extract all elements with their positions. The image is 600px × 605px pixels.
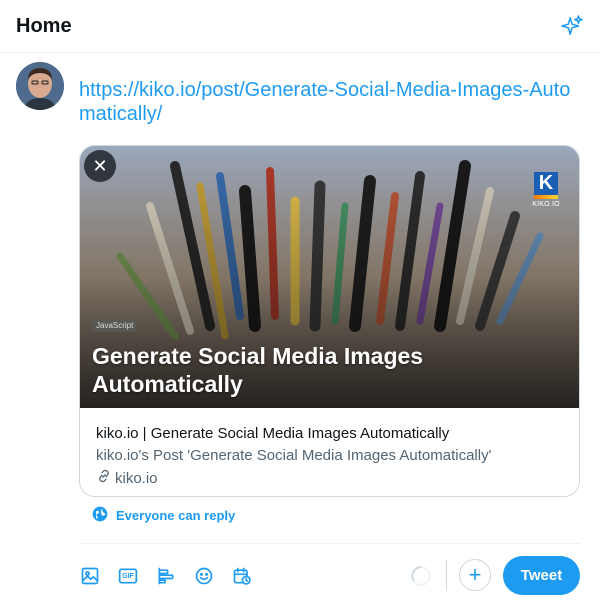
character-count-ring xyxy=(410,565,432,587)
add-tweet-button[interactable]: + xyxy=(459,559,491,591)
reply-setting-button[interactable]: Everyone can reply xyxy=(92,506,235,525)
plus-icon: + xyxy=(468,562,482,587)
brand-letter: K xyxy=(534,172,558,196)
emoji-icon[interactable] xyxy=(190,562,218,590)
card-meta: kiko.io | Generate Social Media Images A… xyxy=(80,408,579,490)
header: Home xyxy=(0,0,600,53)
category-tag: JavaScript xyxy=(92,319,138,332)
sparkle-icon[interactable] xyxy=(560,14,584,38)
tweet-button[interactable]: Tweet xyxy=(503,556,580,595)
link-icon xyxy=(96,468,112,490)
compose-input[interactable]: https://kiko.io/post/Generate-Social-Med… xyxy=(79,78,579,126)
brand-text: KIKO.IO xyxy=(532,201,560,208)
remove-card-button[interactable]: ✕ xyxy=(84,150,116,182)
gif-label: GIF xyxy=(122,572,134,580)
page-title: Home xyxy=(16,14,72,37)
card-title: kiko.io | Generate Social Media Images A… xyxy=(96,425,450,442)
image-icon[interactable] xyxy=(76,562,104,590)
avatar[interactable] xyxy=(16,62,64,110)
reply-setting-label: Everyone can reply xyxy=(116,508,236,523)
brand-stripe xyxy=(534,195,558,199)
poll-icon[interactable] xyxy=(152,562,180,590)
link-preview-card[interactable]: ✕ K KIKO.IO JavaScript Generate Social M… xyxy=(79,145,580,497)
card-description: kiko.io's Post 'Generate Social Media Im… xyxy=(96,447,492,464)
compose-toolbar: GIF xyxy=(76,562,256,590)
card-domain: kiko.io xyxy=(96,468,563,490)
globe-icon xyxy=(92,506,108,525)
gif-icon[interactable]: GIF xyxy=(114,562,142,590)
close-icon: ✕ xyxy=(92,155,108,176)
card-domain-text: kiko.io xyxy=(115,470,158,487)
card-overlay-title: Generate Social Media Images Automatical… xyxy=(92,343,424,397)
toolbar-separator xyxy=(446,560,447,591)
schedule-icon[interactable] xyxy=(228,562,256,590)
divider xyxy=(79,543,580,544)
brand-logo: K KIKO.IO xyxy=(532,172,560,208)
card-image: ✕ K KIKO.IO JavaScript Generate Social M… xyxy=(80,146,579,408)
